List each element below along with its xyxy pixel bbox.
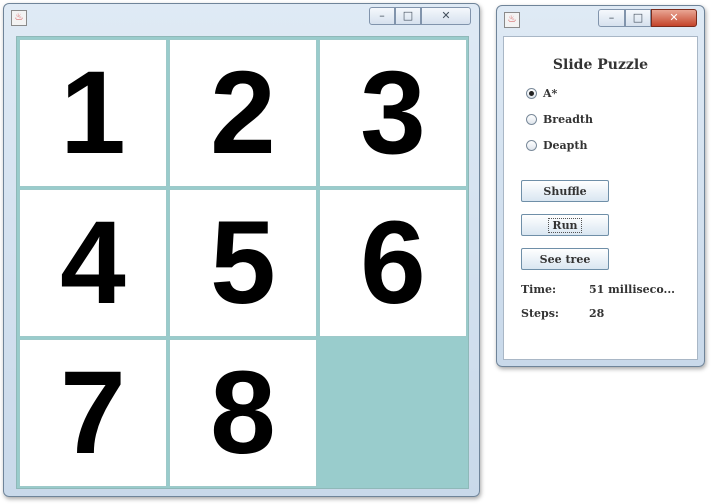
tile-1[interactable]: 1 [19,39,167,187]
java-app-icon[interactable]: ♨ [504,12,520,28]
radio-breadth[interactable]: Breadth [526,111,593,127]
radio-label: Breadth [543,112,593,126]
puzzle-window-titlebar[interactable]: ♨ – □ ✕ [4,4,479,30]
empty-tile[interactable] [319,339,467,487]
radio-depth[interactable]: Deapth [526,137,587,153]
solver-panel: Slide Puzzle A* Breadth Deapth Shuffle R… [503,36,698,360]
radio-button[interactable] [526,113,537,125]
steps-label: Steps: [521,307,559,320]
tile-2[interactable]: 2 [169,39,317,187]
java-app-icon[interactable]: ♨ [11,10,27,26]
tile-3[interactable]: 3 [319,39,467,187]
puzzle-board: 1 2 3 4 5 6 7 8 [16,36,469,489]
close-button[interactable]: ✕ [651,9,697,27]
solver-window-titlebar[interactable]: ♨ – □ ✕ [497,6,704,32]
see-tree-button[interactable]: See tree [521,248,609,270]
radio-button[interactable] [526,139,537,151]
shuffle-button[interactable]: Shuffle [521,180,609,202]
shuffle-button-label: Shuffle [543,184,587,198]
tile-8[interactable]: 8 [169,339,317,487]
panel-title: Slide Puzzle [552,57,649,73]
minimize-button[interactable]: – [369,7,395,25]
time-value: 51 milliseco... [589,283,676,296]
tile-5[interactable]: 5 [169,189,317,337]
time-label: Time: [521,283,557,296]
minimize-button[interactable]: – [598,9,625,27]
run-button-label: Run [548,217,582,233]
see-tree-button-label: See tree [539,252,591,266]
tile-6[interactable]: 6 [319,189,467,337]
steps-value: 28 [589,307,605,320]
puzzle-window: ♨ – □ ✕ 1 2 3 4 5 6 7 8 [3,3,480,497]
close-button[interactable]: ✕ [421,7,471,25]
maximize-button[interactable]: □ [625,9,651,27]
tile-4[interactable]: 4 [19,189,167,337]
radio-astar[interactable]: A* [526,85,557,101]
maximize-button[interactable]: □ [395,7,421,25]
radio-label: A* [543,86,558,100]
radio-button-checked[interactable] [526,87,537,99]
run-button[interactable]: Run [521,214,609,236]
radio-label: Deapth [543,138,588,152]
tile-7[interactable]: 7 [19,339,167,487]
solver-window: ♨ – □ ✕ Slide Puzzle A* Breadth Deapth S… [496,5,705,367]
